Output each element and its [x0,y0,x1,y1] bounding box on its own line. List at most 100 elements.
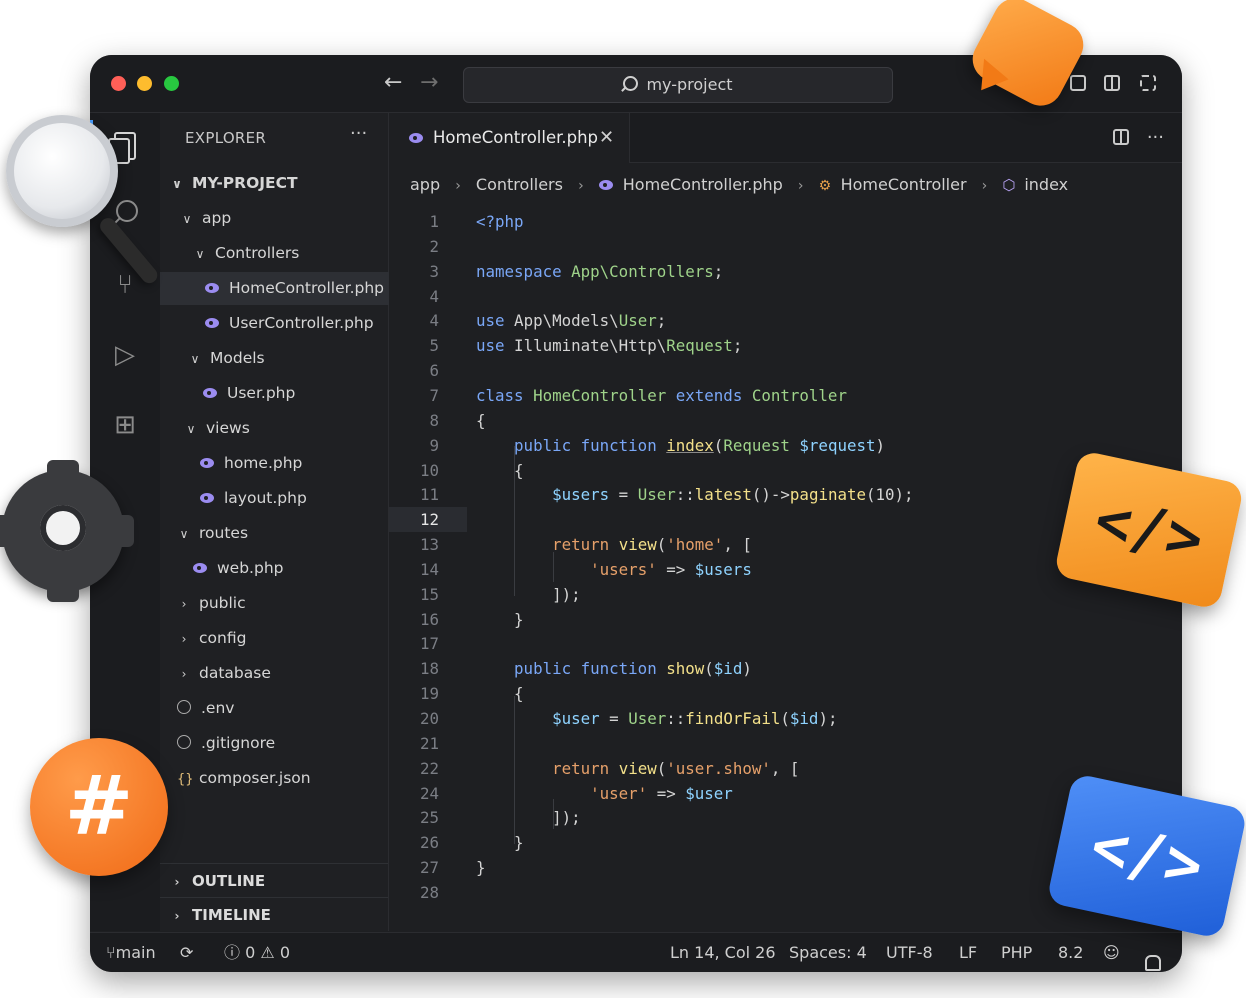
back-arrow-icon[interactable]: ← [384,70,402,96]
tree-item[interactable]: layout.php [160,482,428,515]
command-center-search[interactable]: my-project [463,67,893,103]
code-line[interactable]: 21 [389,731,1182,756]
extensions-icon[interactable]: ⊞ [108,408,142,442]
cursor-position[interactable]: Ln 14, Col 26 [670,933,776,972]
tree-item[interactable]: ∨ routes [160,517,405,550]
breadcrumb-class[interactable]: HomeController [841,175,967,194]
tree-item[interactable]: ∨ app [160,202,408,235]
more-actions-icon[interactable]: ··· [350,123,367,144]
code-line[interactable]: 16 } [389,607,1182,632]
line-number: 4 [429,287,439,306]
tree-item[interactable]: web.php [160,552,421,585]
code-token: => [656,560,695,579]
code-line[interactable]: 4 [389,284,1182,309]
line-number: 18 [419,659,439,678]
code-token: ()-> [751,485,790,504]
line-number: 22 [419,759,439,778]
close-window-button[interactable] [111,76,126,91]
feedback-icon[interactable]: ☺ [1103,933,1120,972]
tree-item[interactable]: home.php [160,447,428,480]
code-line[interactable]: 18 public function show($id) [389,656,1182,681]
code-line[interactable]: 10 { [389,458,1182,483]
code-line[interactable]: 17 [389,631,1182,656]
code-token: ; [713,262,724,281]
branch-indicator[interactable]: ⑂main [106,933,156,972]
tree-item[interactable]: › config [160,622,405,655]
sync-icon[interactable]: ⟳ [180,933,193,972]
toggle-secondary-sidebar-icon[interactable] [1104,75,1120,91]
problems-indicator[interactable]: ⓘ 0 ⚠ 0 [224,933,290,972]
code-line[interactable]: 3 namespace App\Controllers; [389,259,1182,284]
encoding[interactable]: UTF-8 [886,933,933,972]
tree-item[interactable]: ∨ Models [160,342,416,375]
line-number: 4 [429,311,439,330]
php-version[interactable]: 8.2 [1058,933,1083,972]
code-line[interactable]: 7 class HomeController extends Controller [389,383,1182,408]
more-actions-icon[interactable]: ··· [1147,127,1164,148]
line-number: 5 [429,336,439,355]
maximize-window-button[interactable] [164,76,179,91]
code-token: show [666,659,705,678]
code-line[interactable]: 4 use App\Models\User; [389,308,1182,333]
tree-item[interactable]: › database [160,657,405,690]
outline-section[interactable]: › OUTLINE [160,863,388,898]
tree-item[interactable]: › public [160,587,405,620]
customize-layout-icon[interactable] [1140,75,1156,91]
indentation[interactable]: Spaces: 4 [789,933,867,972]
run-debug-icon[interactable]: ▷ [108,338,142,372]
code-line[interactable]: 22 return view('user.show', [ [389,756,1182,781]
chevron-down-icon: ∨ [195,247,205,261]
split-editor-icon[interactable] [1112,129,1129,145]
forward-arrow-icon[interactable]: → [420,70,438,96]
code-text: class HomeController extends Controller [476,383,847,408]
code-token: App\Models\ [504,311,619,330]
code-line[interactable]: 8{ [389,408,1182,433]
language-mode[interactable]: PHP [1001,933,1032,972]
code-line[interactable]: 11 $users = User::latest()->paginate(10)… [389,482,1182,507]
code-line[interactable]: 5 use Illuminate\Http\Request; [389,333,1182,358]
tree-item[interactable]: .gitignore [160,727,405,760]
code-token: $users [552,485,610,504]
project-root[interactable]: ∨ MY-PROJECT [160,167,398,200]
breadcrumb-app[interactable]: app [410,175,440,194]
code-text: } [476,855,486,880]
code-line[interactable]: 15 ]); [389,582,1182,607]
breadcrumb-method[interactable]: index [1024,175,1068,194]
code-token: ( [656,535,667,554]
chevron-right-icon: › [797,178,804,194]
breadcrumb-controllers[interactable]: Controllers [476,175,563,194]
tree-item[interactable]: {} composer.json [160,762,405,795]
warning-icon: ⚠ [260,943,275,962]
class-icon: ⚙ [818,178,832,194]
project-name: MY-PROJECT [192,174,298,192]
timeline-section[interactable]: › TIMELINE [160,897,388,932]
code-line[interactable]: 24 'user' => $user [389,781,1182,806]
code-line[interactable]: 1 <?php [389,209,1182,234]
code-line[interactable]: 2 [389,234,1182,259]
code-token: { [476,684,524,703]
minimize-window-button[interactable] [137,76,152,91]
code-line[interactable]: 19 { [389,681,1182,706]
tree-item[interactable]: ∨ views [160,412,412,445]
breadcrumb-file[interactable]: HomeController.php [623,175,783,194]
code-token: HomeController [533,386,667,405]
toggle-panel-icon[interactable] [1070,75,1086,91]
line-number: 1 [429,212,439,231]
tree-item[interactable]: .env [160,692,405,725]
notifications-bell-icon[interactable] [1145,945,1161,972]
tree-item[interactable]: ∨ Controllers [160,237,421,270]
tab-homecontroller[interactable]: HomeController.php ✕ [389,113,630,163]
code-token: ( [704,659,714,678]
code-line[interactable]: 9 public function index(Request $request… [389,433,1182,458]
code-token: ( [780,709,790,728]
line-ending[interactable]: LF [959,933,977,972]
code-line[interactable]: 6 [389,358,1182,383]
code-line[interactable]: 20 $user = User::findOrFail($id); [389,706,1182,731]
close-tab-icon[interactable]: ✕ [599,113,614,163]
line-number: 27 [419,858,439,877]
code-token: Controller [751,386,847,405]
